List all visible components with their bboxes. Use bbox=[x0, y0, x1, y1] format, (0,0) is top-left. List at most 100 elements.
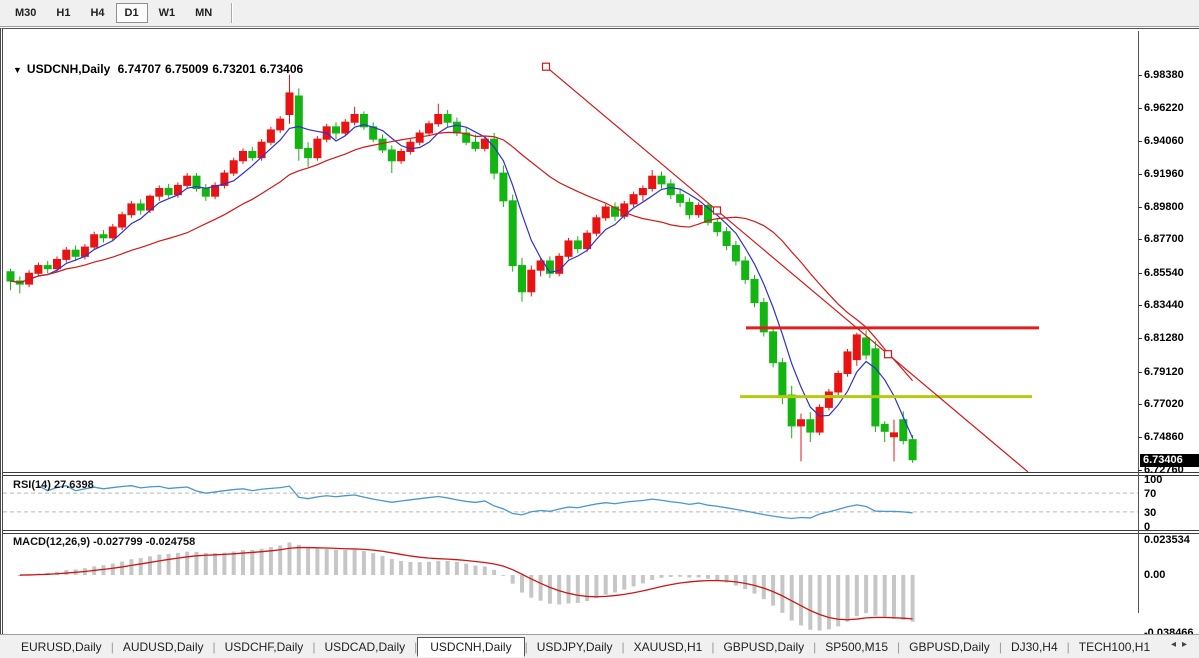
candle-body bbox=[360, 114, 367, 126]
macd-histogram-bar bbox=[446, 561, 450, 575]
rsi-scale-label: 100 bbox=[1144, 474, 1162, 486]
candle-body bbox=[565, 241, 572, 256]
pane-separator[interactable] bbox=[3, 530, 1199, 531]
timeframe-toolbar: M30H1H4D1W1MN bbox=[0, 0, 1199, 27]
tab-scroll-left-icon[interactable]: ◂ bbox=[1171, 639, 1182, 650]
candle-body bbox=[621, 204, 628, 216]
price-axis-label: 6.81280 bbox=[1144, 332, 1184, 344]
macd-histogram-bar bbox=[557, 575, 561, 604]
trendline-anchor-square bbox=[714, 207, 721, 214]
candle-body bbox=[44, 266, 51, 269]
candle-body bbox=[612, 207, 619, 216]
tab-scroll-arrows[interactable]: ◂▸ bbox=[1171, 639, 1193, 650]
chart-tab-sp500-m15[interactable]: SP500,M15 bbox=[816, 638, 897, 656]
macd-histogram-bar bbox=[241, 550, 245, 575]
tab-scroll-right-icon[interactable]: ▸ bbox=[1182, 639, 1193, 650]
candle-body bbox=[574, 241, 581, 249]
macd-histogram-bar bbox=[297, 545, 301, 575]
timeframe-button-m30[interactable]: M30 bbox=[6, 3, 45, 23]
candle-body bbox=[909, 440, 916, 460]
candle-body bbox=[760, 303, 767, 332]
chart-tab-usdjpy-daily[interactable]: USDJPY,Daily bbox=[528, 638, 622, 656]
macd-histogram-bar bbox=[901, 575, 905, 620]
macd-histogram-bar bbox=[222, 553, 226, 575]
macd-histogram-bar bbox=[46, 573, 50, 575]
chart-tab-audusd-daily[interactable]: AUDUSD,Daily bbox=[114, 638, 213, 656]
timeframe-button-mn[interactable]: MN bbox=[186, 3, 221, 23]
collapse-triangle-icon[interactable]: ▼ bbox=[13, 65, 22, 75]
candle-body bbox=[286, 93, 293, 115]
pane-separator[interactable] bbox=[3, 533, 1199, 534]
candle-body bbox=[835, 373, 842, 391]
chart-tab-xauusd-h1[interactable]: XAUUSD,H1 bbox=[625, 638, 712, 656]
candle-body bbox=[667, 184, 674, 195]
macd-histogram-bar bbox=[492, 570, 496, 575]
price-axis-label: 6.77020 bbox=[1144, 398, 1184, 410]
rsi-scale-label: 0 bbox=[1144, 521, 1150, 533]
macd-histogram-bar bbox=[74, 569, 78, 575]
macd-histogram-bar bbox=[808, 575, 812, 630]
macd-histogram-bar bbox=[864, 575, 868, 613]
macd-name: MACD(12,26,9) bbox=[13, 536, 90, 548]
macd-histogram-bar bbox=[306, 548, 310, 575]
chart-tab-usdchf-daily[interactable]: USDCHF,Daily bbox=[216, 638, 313, 656]
macd-label: MACD(12,26,9) -0.027799 -0.024758 bbox=[13, 536, 195, 548]
candle-body bbox=[872, 349, 879, 426]
price-axis-tick bbox=[1138, 338, 1142, 339]
mt4-window: M30H1H4D1W1MN ▼USDCNH,Daily 6.747076.750… bbox=[0, 0, 1199, 658]
price-axis-label: 6.83440 bbox=[1144, 299, 1184, 311]
candle-body bbox=[426, 124, 433, 133]
candle-body bbox=[295, 96, 302, 148]
macd-histogram-bar bbox=[353, 550, 357, 575]
ma-slow-line bbox=[11, 132, 913, 380]
candle-body bbox=[267, 130, 274, 142]
candle-body bbox=[825, 392, 832, 407]
candle-body bbox=[853, 335, 860, 360]
macd-histogram-bar bbox=[278, 545, 282, 575]
candle-body bbox=[212, 185, 219, 196]
candle-body bbox=[686, 202, 693, 214]
price-axis-label: 6.87700 bbox=[1144, 233, 1184, 245]
pane-separator[interactable] bbox=[3, 472, 1199, 473]
pane-separator[interactable] bbox=[3, 475, 1199, 476]
macd-scale-label: 0.00 bbox=[1144, 569, 1165, 581]
chart-tab-eurusd-daily[interactable]: EURUSD,Daily bbox=[12, 638, 111, 656]
timeframe-button-h1[interactable]: H1 bbox=[47, 3, 79, 23]
candle-body bbox=[519, 266, 526, 292]
macd-histogram-bar bbox=[362, 551, 366, 575]
chart-tab-dj30-h4[interactable]: DJ30,H4 bbox=[1002, 638, 1067, 656]
chart-window[interactable]: ▼USDCNH,Daily 6.747076.750096.732016.734… bbox=[0, 28, 1199, 634]
price-chart-canvas[interactable] bbox=[3, 29, 1199, 658]
rsi-name: RSI(14) bbox=[13, 479, 51, 491]
candle-body bbox=[398, 151, 405, 160]
candle-body bbox=[26, 273, 33, 284]
candle-body bbox=[863, 338, 870, 355]
macd-histogram-bar bbox=[799, 575, 803, 625]
candle-body bbox=[333, 127, 340, 133]
candle-body bbox=[732, 246, 739, 261]
macd-histogram-bar bbox=[250, 550, 254, 575]
chart-tab-gbpusd-daily[interactable]: GBPUSD,Daily bbox=[900, 638, 999, 656]
toolbar-separator bbox=[231, 3, 233, 23]
macd-histogram-bar bbox=[55, 572, 59, 575]
macd-histogram-bar bbox=[213, 553, 217, 575]
chart-tab-tech100-h1[interactable]: TECH100,H1 bbox=[1070, 638, 1159, 656]
timeframe-button-d1[interactable]: D1 bbox=[116, 3, 148, 23]
macd-histogram-bar bbox=[418, 562, 422, 575]
timeframe-button-w1[interactable]: W1 bbox=[150, 3, 185, 23]
candle-body bbox=[528, 270, 535, 292]
candle-body bbox=[435, 114, 442, 123]
macd-histogram-bar bbox=[139, 558, 143, 575]
chart-tab-usdcad-daily[interactable]: USDCAD,Daily bbox=[315, 638, 414, 656]
macd-histogram-bar bbox=[343, 550, 347, 575]
timeframe-button-h4[interactable]: H4 bbox=[81, 3, 113, 23]
macd-histogram-bar bbox=[520, 575, 524, 593]
chart-tab-gbpusd-daily[interactable]: GBPUSD,Daily bbox=[714, 638, 813, 656]
price-axis-border bbox=[1138, 31, 1139, 613]
candle-body bbox=[602, 207, 609, 218]
chart-tab-usdcnh-daily[interactable]: USDCNH,Daily bbox=[417, 637, 524, 657]
price-axis-tick bbox=[1138, 108, 1142, 109]
candle-body bbox=[444, 114, 451, 122]
chart-symbol-label: USDCNH,Daily bbox=[27, 62, 110, 76]
candle-body bbox=[184, 176, 191, 185]
